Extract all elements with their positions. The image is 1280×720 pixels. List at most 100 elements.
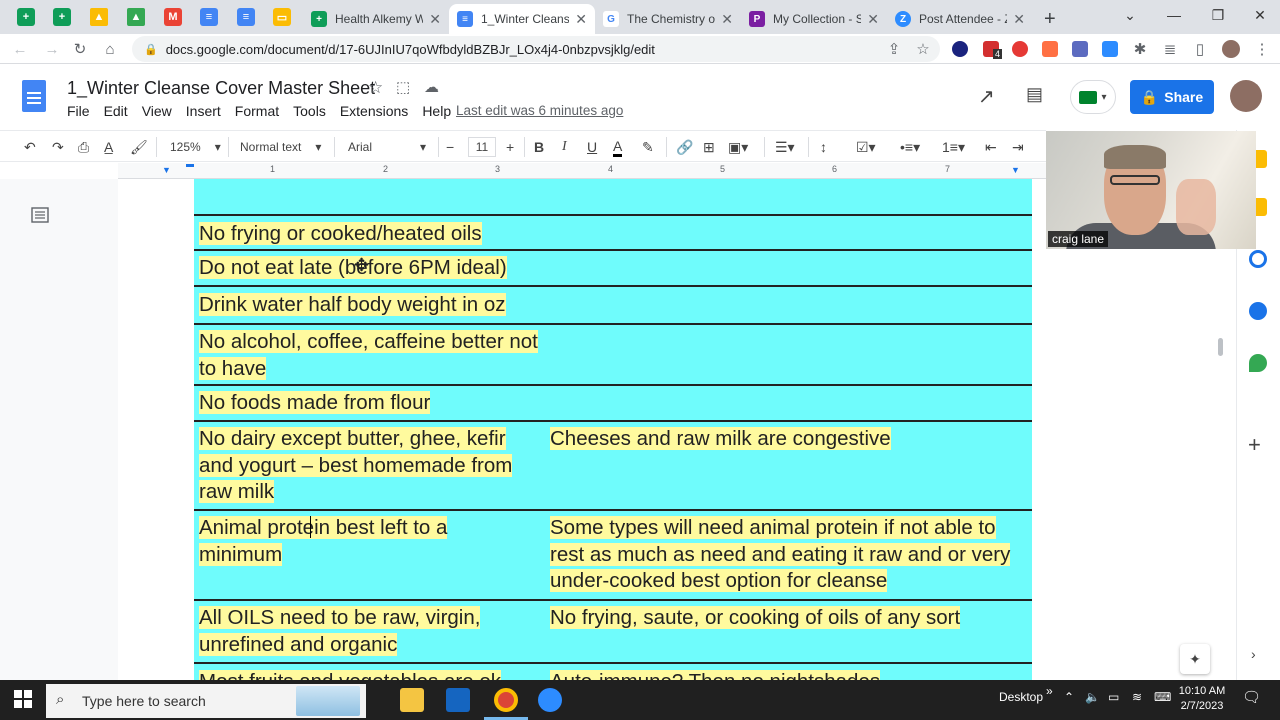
wifi-icon[interactable]: ≋ [1132,690,1142,704]
desktop-toolbar-label[interactable]: Desktop [999,690,1043,704]
increase-indent-icon[interactable]: ⇥ [1012,137,1024,157]
table-row[interactable]: Drink water half body weight in oz [194,287,1032,325]
table-row[interactable]: Animal protein best left to a minimum So… [194,511,1032,601]
bookmark-star-icon[interactable]: ☆ [913,39,933,59]
menu-extensions[interactable]: Extensions [340,103,408,119]
battery-icon[interactable]: ▭ [1108,690,1119,704]
file-explorer-icon[interactable] [400,688,424,712]
numbered-list-icon[interactable]: 1≡▾ [942,137,965,157]
print-icon[interactable]: ⎙ [78,137,89,157]
table-row[interactable]: No alcohol, coffee, caffeine better not … [194,325,1032,386]
close-icon[interactable]: ✕ [1013,11,1025,28]
close-icon[interactable]: ✕ [429,11,441,28]
sheets-pinned-tab-2[interactable]: + [53,8,71,26]
menu-edit[interactable]: Edit [104,103,128,119]
windows-start-icon[interactable] [14,690,32,708]
address-bar[interactable]: 🔒 docs.google.com/document/d/17-6UJInIU7… [132,36,940,62]
zoom-extension-icon[interactable] [1102,41,1118,57]
right-indent-marker-icon[interactable]: ▼ [1011,165,1020,175]
font-select[interactable]: Arial ▾ [348,137,432,157]
home-icon[interactable]: ⌂ [100,39,120,59]
table-cell[interactable]: No frying or cooked/heated oils [199,221,539,248]
bold-icon[interactable]: B [534,137,544,157]
guidelines-table[interactable]: No frying or cooked/heated oils Do not e… [194,179,1032,680]
toolbar-chevron-icon[interactable]: » [1046,684,1053,698]
close-icon[interactable]: ✕ [867,11,879,28]
meet-button[interactable]: ▾ [1070,80,1116,114]
minimize-button[interactable]: — [1152,0,1196,30]
profile-avatar[interactable] [1222,40,1240,58]
activity-trend-icon[interactable]: ↗ [978,84,995,109]
checklist-icon[interactable]: ☑▾ [856,137,876,157]
table-cell[interactable]: Drink water half body weight in oz [199,292,559,319]
zoom-select[interactable]: 125% ▾ [170,137,221,157]
table-cell[interactable]: Most fruits and vegetables are ok [199,669,549,680]
drive-pinned-tab-2[interactable]: ▲ [127,8,145,26]
table-row[interactable] [194,179,1032,216]
table-row[interactable]: No frying or cooked/heated oils [194,216,1032,251]
tab-post-attendee[interactable]: Z Post Attendee - Z ✕ [887,4,1033,34]
spellcheck-icon[interactable]: A̲ [104,137,113,157]
volume-icon[interactable]: 🔈 [1085,690,1100,704]
taskbar-search-box[interactable]: ⌕ Type here to search [46,684,366,718]
increase-font-size-button[interactable]: + [506,137,514,157]
arrow-extension-icon[interactable] [1042,41,1058,57]
tab-chemistry[interactable]: G The Chemistry of ✕ [595,4,741,34]
drive-pinned-tab[interactable]: ▲ [90,8,108,26]
table-cell[interactable]: Some types will need animal protein if n… [550,515,1025,595]
table-cell[interactable]: No foods made from flour [199,390,544,417]
table-row[interactable]: All OILS need to be raw, virgin, unrefin… [194,601,1032,664]
close-icon[interactable]: ✕ [721,11,733,28]
sheets-pinned-tab[interactable]: + [17,8,35,26]
app-icon[interactable] [446,688,470,712]
back-arrow-icon[interactable]: ← [10,39,30,59]
video-call-tile[interactable]: craig lane [1046,131,1256,249]
system-clock[interactable]: 10:10 AM 2/7/2023 [1176,684,1228,714]
share-button[interactable]: 🔒 Share [1130,80,1214,114]
docs-pinned-tab-2[interactable]: ≡ [237,8,255,26]
underline-icon[interactable]: U [587,137,597,157]
reading-list-icon[interactable]: ≣ [1160,39,1180,59]
scrollbar-thumb[interactable] [1218,338,1223,356]
style-select[interactable]: Normal text ▾ [240,137,326,157]
menu-format[interactable]: Format [235,103,279,119]
table-cell[interactable]: All OILS need to be raw, virgin, unrefin… [199,605,539,658]
notifications-icon[interactable]: 🗨 [1242,688,1261,706]
decrease-indent-icon[interactable]: ⇤ [985,137,997,157]
puzzle-extensions-icon[interactable]: ✱ [1130,39,1150,59]
menu-tools[interactable]: Tools [293,103,326,119]
horizontal-ruler[interactable]: ▼ 1 2 3 4 5 6 7 ▼ [118,163,1076,179]
undo-icon[interactable]: ↶ [24,137,36,157]
collapse-panel-chevron-icon[interactable]: › [1251,646,1256,662]
insert-link-icon[interactable]: 🔗 [676,137,693,157]
keyboard-icon[interactable]: ⌨ [1154,690,1171,704]
explore-button[interactable]: ✦ [1180,644,1210,674]
table-row[interactable]: Do not eat late (before 6PM ideal) [194,251,1032,287]
tab-my-collection[interactable]: P My Collection - S ✕ [741,4,887,34]
font-size-input[interactable]: 11 [468,137,496,157]
account-avatar[interactable] [1230,80,1262,112]
table-cell[interactable]: No dairy except butter, ghee, kefir and … [199,426,544,506]
menu-help[interactable]: Help [422,103,451,119]
table-cell[interactable]: Animal protein best left to a minimum [199,515,499,568]
window-close-button[interactable]: ✕ [1238,0,1280,30]
share-page-icon[interactable]: ⇪ [884,39,904,59]
table-row[interactable]: Most fruits and vegetables are ok Auto-i… [194,664,1032,680]
table-cell[interactable]: Cheeses and raw milk are congestive [550,426,1020,453]
line-spacing-icon[interactable]: ↕ [820,137,827,157]
side-panel-icon[interactable]: ▯ [1190,39,1210,59]
bulleted-list-icon[interactable]: •≡▾ [900,137,920,157]
maximize-button[interactable]: ❐ [1196,0,1240,30]
last-edit-link[interactable]: Last edit was 6 minutes ago [456,103,623,118]
document-title[interactable]: 1_Winter Cleanse Cover Master Sheet [67,78,375,99]
gmail-pinned-tab[interactable]: M [164,8,182,26]
add-comment-icon[interactable]: ⊞ [703,137,715,157]
table-row[interactable]: No dairy except butter, ghee, kefir and … [194,422,1032,511]
table-cell[interactable]: No alcohol, coffee, caffeine better not … [199,329,544,382]
cloud-extension-icon[interactable] [952,41,968,57]
italic-icon[interactable]: I [562,137,567,157]
table-row[interactable]: No foods made from flour [194,386,1032,422]
new-tab-button[interactable]: + [1036,4,1062,34]
insert-image-icon[interactable]: ▣▾ [728,137,748,157]
paint-format-icon[interactable]: 🖌 [130,137,148,157]
